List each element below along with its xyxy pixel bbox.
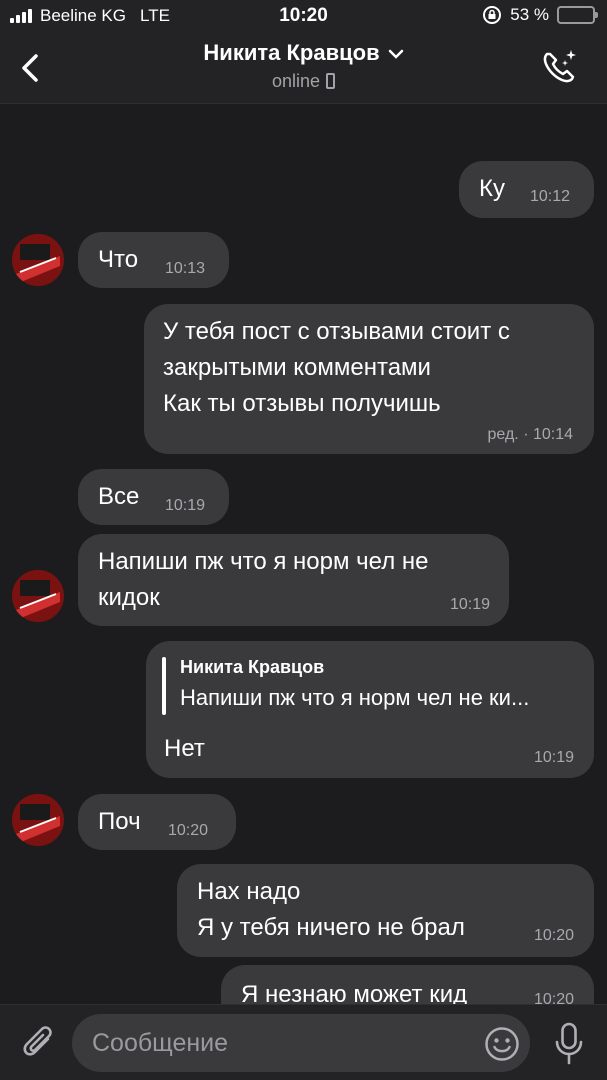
incoming-message[interactable]: Все 10:19 bbox=[78, 469, 229, 525]
message-time: 10:20 bbox=[533, 927, 574, 944]
message-input[interactable] bbox=[92, 1014, 472, 1072]
battery-icon bbox=[557, 6, 598, 24]
chat-header: Никита Кравцов online bbox=[0, 34, 607, 104]
message-line: У тебя пост с отзывами стоит с bbox=[163, 318, 510, 345]
message-line: Нах надо bbox=[197, 878, 301, 905]
message-time: 10:19 bbox=[533, 749, 574, 766]
status-right: 53 % bbox=[482, 5, 598, 25]
reply-preview[interactable]: Напиши пж что я норм чел не ки... bbox=[180, 685, 529, 711]
rotation-lock-icon bbox=[483, 6, 502, 24]
contact-name: Никита Кравцов bbox=[203, 40, 380, 65]
incoming-message[interactable]: Что 10:13 bbox=[78, 232, 229, 288]
reply-author: Никита Кравцов bbox=[180, 657, 325, 677]
message-time: 10:19 bbox=[449, 596, 490, 613]
incoming-message[interactable]: Напиши пж что я норм чел не кидок 10:19 bbox=[78, 534, 509, 626]
battery-percent: 53 % bbox=[510, 5, 549, 24]
message-text: Поч bbox=[98, 808, 141, 835]
outgoing-message[interactable]: Ку 10:12 bbox=[459, 161, 594, 218]
outgoing-reply-message[interactable]: Никита Кравцов Напиши пж что я норм чел … bbox=[146, 641, 594, 778]
contact-name-button[interactable]: Никита Кравцов bbox=[0, 40, 607, 66]
status-bar: Beeline KG LTE 10:20 53 % bbox=[0, 0, 607, 34]
contact-avatar[interactable] bbox=[12, 234, 64, 286]
outgoing-message[interactable]: У тебя пост с отзывами стоит с закрытыми… bbox=[144, 304, 594, 454]
mobile-device-icon bbox=[326, 73, 336, 89]
outgoing-message[interactable]: Нах надо Я у тебя ничего не брал 10:20 bbox=[177, 864, 594, 957]
outgoing-message[interactable]: Я незнаю может кид 10:20 bbox=[221, 965, 594, 1004]
message-time: 10:12 bbox=[530, 188, 571, 205]
message-text: Все bbox=[98, 483, 140, 510]
message-time: 10:13 bbox=[165, 260, 206, 277]
message-line: кидок bbox=[98, 584, 160, 611]
message-time: 10:20 bbox=[533, 991, 574, 1004]
contact-status: online bbox=[0, 71, 607, 92]
attach-icon[interactable] bbox=[18, 1021, 58, 1065]
incoming-message[interactable]: Поч 10:20 bbox=[78, 794, 236, 850]
message-text: Что bbox=[98, 246, 139, 273]
composer-bar bbox=[0, 1004, 607, 1080]
message-line: Напиши пж что я норм чел не bbox=[98, 548, 429, 575]
message-line: Я у тебя ничего не брал bbox=[197, 914, 465, 941]
contact-avatar[interactable] bbox=[12, 570, 64, 622]
message-text: Ку bbox=[479, 175, 505, 202]
call-icon[interactable] bbox=[535, 44, 583, 92]
chevron-down-icon bbox=[388, 49, 403, 59]
emoji-icon[interactable] bbox=[484, 1026, 520, 1062]
message-field[interactable] bbox=[72, 1014, 530, 1072]
message-text: Я незнаю может кид bbox=[241, 981, 468, 1004]
message-time: 10:20 bbox=[168, 822, 209, 839]
message-line: закрытыми комментами bbox=[163, 354, 431, 381]
status-text: online bbox=[271, 71, 321, 91]
message-list[interactable]: Ку 10:12 Что 10:13 У тебя пост с отзывам… bbox=[0, 104, 607, 1004]
reply-quote-bar bbox=[162, 657, 166, 715]
message-time: 10:19 bbox=[165, 497, 206, 514]
mic-icon[interactable] bbox=[552, 1021, 586, 1067]
message-time: ред. · 10:14 bbox=[487, 426, 573, 443]
message-text: Нет bbox=[164, 735, 205, 762]
contact-avatar[interactable] bbox=[12, 794, 64, 846]
message-line: Как ты отзывы получишь bbox=[163, 390, 441, 417]
